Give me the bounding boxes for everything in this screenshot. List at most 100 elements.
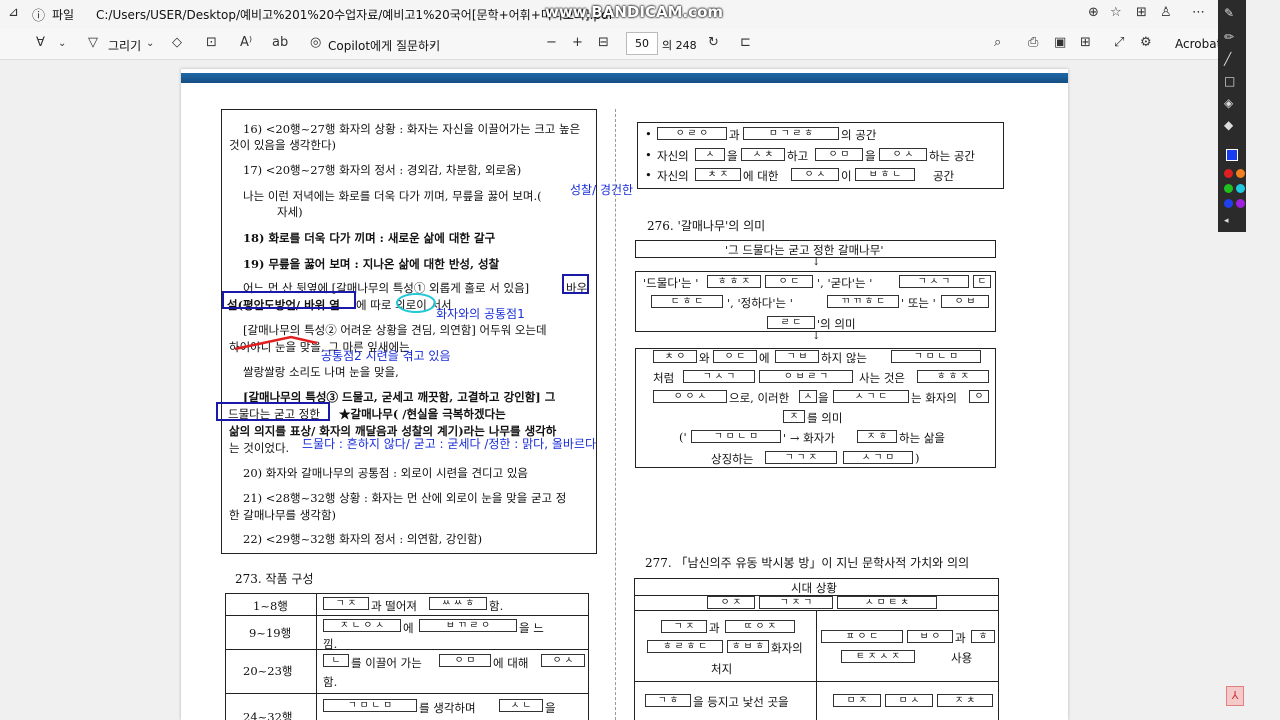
eraser-icon[interactable]: ◆: [1224, 118, 1233, 132]
fit-page-icon[interactable]: ⊟: [598, 35, 609, 50]
table-row-text: 을: [545, 701, 556, 715]
table-row-range: 1~8행: [253, 599, 288, 613]
space-text: 자신의: [657, 149, 689, 163]
blank-box: ㅇ ㅁ: [439, 654, 491, 667]
blank-box: ㅇ: [969, 390, 989, 403]
space-text: 하는 공간: [929, 149, 975, 163]
meaning-text: 는 화자의: [911, 391, 957, 405]
table-row-text: 과 떨어져: [371, 599, 417, 613]
color-red[interactable]: [1224, 169, 1233, 178]
blank-box: ㄴ: [323, 654, 349, 667]
blank-box: ㄱ ㅈ: [323, 597, 369, 610]
zoom-icon[interactable]: ⊕: [1088, 5, 1099, 20]
blank-box: ㅈ ㅎ: [857, 430, 897, 443]
blank-box: ㅇ ㅂ: [941, 295, 989, 308]
meaning-box-2: [635, 348, 996, 468]
copilot-icon[interactable]: ◎: [310, 35, 321, 50]
table-277-text: 을 등지고 낯선 곳을: [693, 695, 789, 709]
blank-box: ㄱ ㅅ ㄱ: [683, 370, 755, 383]
note-19: 19) 무릎을 꿇어 보며 : 지나온 삶에 대한 반성, 성찰: [243, 257, 500, 271]
meaning-text: 하는 삶을: [899, 431, 945, 445]
blank-box: ㅅ ㄱ ㄷ: [833, 390, 909, 403]
blank-box: ㅎ ㅂ ㅎ: [727, 640, 769, 653]
blank-box: ㄸ ㅇ ㅈ: [725, 620, 795, 633]
color-purple[interactable]: [1236, 199, 1245, 208]
blank-box: ㄱ ㄱ ㅈ: [765, 451, 837, 464]
selected-color-swatch[interactable]: [1226, 149, 1238, 161]
poem-line-2c: 쌀랑쌀랑 소리도 나며 눈을 맞을,: [243, 365, 399, 379]
annotation-sidebar: ✎ ✏ ╱ □ ◈ ◆ ◂: [1218, 0, 1246, 232]
collapse-icon[interactable]: ◂: [1224, 216, 1229, 226]
text-17-1: 나는 이런 저녁에는 화로를 더욱 다가 끼며, 무릎을 꿇어 보며.(: [243, 189, 542, 203]
pencil-icon[interactable]: ✏: [1224, 30, 1234, 44]
draw-label[interactable]: 그리기: [108, 37, 141, 54]
blank-box: ㅇ ㅈ: [707, 596, 755, 609]
eraser-icon[interactable]: ◇: [172, 35, 182, 50]
save-icon[interactable]: ▣: [1054, 35, 1066, 50]
favorite-star-icon[interactable]: ☆: [1110, 5, 1122, 20]
blank-box: ㅌ ㅈ ㅅ ㅈ: [841, 650, 915, 663]
pen-icon[interactable]: ✎: [1224, 6, 1234, 20]
page-view-icon[interactable]: ⊏: [740, 35, 751, 50]
print-icon[interactable]: ⎙: [1028, 35, 1038, 50]
annotation-box-deumuldaneun: [216, 402, 330, 421]
blank-box: ㄱ ㅁ ㄴ ㅁ: [323, 699, 417, 712]
table-row-text: 함.: [489, 599, 504, 613]
color-blue[interactable]: [1224, 199, 1233, 208]
settings-gear-icon[interactable]: ⚙: [1140, 35, 1152, 50]
color-green[interactable]: [1224, 184, 1233, 193]
note-21a: 21) <28행~32행 상황 : 화자는 먼 산에 외로이 눈을 맞을 굳고 …: [243, 491, 567, 505]
annotation-common1: 화자와의 공통점1: [436, 307, 525, 321]
blank-box: ㅇ ㅅ: [791, 168, 839, 181]
blank-box: ㄱ ㅅ ㄱ: [899, 275, 969, 288]
blank-box: ㅎ: [971, 630, 995, 643]
search-icon[interactable]: ⌕: [994, 35, 1001, 50]
meaning-text: 으로, 이러한: [729, 391, 790, 405]
expand-icon[interactable]: ⤢: [1114, 35, 1124, 50]
save-as-icon[interactable]: ⊞: [1080, 35, 1091, 50]
table-row-text: 를 생각하며: [419, 701, 476, 715]
translate-icon[interactable]: ab: [272, 35, 288, 50]
back-arrow-icon[interactable]: ⊿: [8, 5, 19, 20]
table-277-text: 화자의: [771, 641, 803, 655]
zoom-in-icon[interactable]: +: [572, 35, 583, 50]
copilot-label[interactable]: Copilot에게 질문하기: [328, 37, 440, 54]
meaning-text: 상징하는: [711, 452, 754, 466]
blank-box: ㅅ ㄱ ㅁ: [843, 451, 913, 464]
table-row-range: 24~32행: [243, 710, 293, 720]
color-cyan[interactable]: [1236, 184, 1245, 193]
rectangle-icon[interactable]: □: [1224, 74, 1235, 88]
table-277-text: 사용: [951, 651, 973, 665]
draw-icon[interactable]: ▽: [88, 35, 98, 50]
blank-box: ㄱ ㅁ ㄴ ㅁ: [891, 350, 981, 363]
blank-box: ㅅ ㅁ ㅌ ㅊ: [837, 596, 937, 609]
highlight-icon[interactable]: ∀: [36, 35, 45, 50]
blank-box: ㅅ ㅊ: [741, 148, 785, 161]
poem-line-3b2: ★갈매나무( /현실을 극복하겠다는: [339, 407, 506, 421]
clone-icon[interactable]: ◈: [1224, 96, 1233, 110]
pdf-icon[interactable]: ⅄: [1226, 686, 1244, 706]
read-aloud-icon[interactable]: A⁾: [240, 35, 252, 50]
pdf-page: 16) <20행~27행 화자의 상황 : 화자는 자신을 이끌어가는 크고 높…: [181, 69, 1068, 720]
space-text: 하고: [787, 149, 809, 163]
meaning-text: (': [679, 430, 687, 444]
blank-box: ㅂ ㅇ: [907, 630, 953, 643]
table-277-text: 과: [955, 631, 966, 645]
meaning-text: ' 또는 ': [901, 296, 936, 310]
chevron-down-icon[interactable]: ⌄: [58, 38, 66, 49]
info-icon[interactable]: ⓘ: [32, 5, 45, 24]
page-number-input[interactable]: 50: [626, 32, 658, 55]
line-icon[interactable]: ╱: [1224, 52, 1231, 66]
zoom-out-icon[interactable]: −: [546, 35, 557, 50]
color-orange[interactable]: [1236, 169, 1245, 178]
chevron-down-icon[interactable]: ⌄: [146, 38, 154, 49]
collections-icon[interactable]: ⊞: [1136, 5, 1147, 20]
url-text[interactable]: C:/Users/USER/Desktop/예비고%201%20수업자료/예비고…: [96, 6, 613, 23]
more-menu-icon[interactable]: ⋯: [1192, 5, 1205, 20]
extensions-icon[interactable]: ♙: [1160, 5, 1172, 20]
rotate-icon[interactable]: ↻: [708, 35, 719, 50]
chevron-down-icon[interactable]: ⌄: [428, 38, 436, 49]
table-row-range: 9~19행: [249, 626, 292, 640]
text-box-icon[interactable]: ⊡: [206, 35, 217, 50]
meaning-text: 와: [699, 351, 710, 365]
